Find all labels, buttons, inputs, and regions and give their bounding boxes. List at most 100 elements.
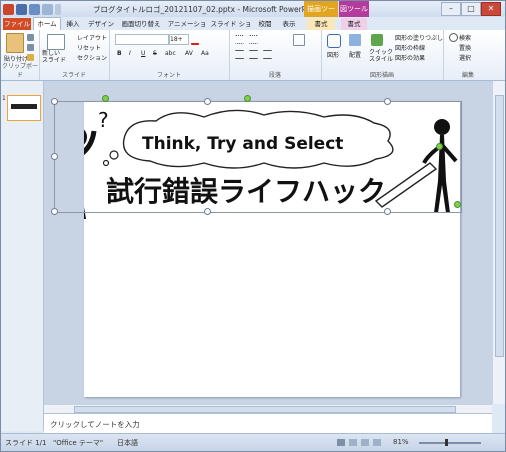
zoom-thumb[interactable] [445,439,448,446]
resize-handle[interactable] [384,208,391,215]
font-size-combo[interactable]: 18+ [169,34,189,45]
text-direction-icon[interactable] [293,34,305,46]
font-name-combo[interactable] [115,34,169,45]
resize-handle[interactable] [204,208,211,215]
thumbnail-preview [11,104,37,109]
font-color-icon[interactable] [191,34,199,45]
redo-icon[interactable] [42,3,53,15]
drawing-group-label: 図形描画 [369,72,394,79]
notes-placeholder[interactable]: クリックしてノートを入力 [50,419,140,430]
bullets-icon[interactable] [235,35,244,44]
hscroll-thumb[interactable] [74,406,456,413]
align-right-icon[interactable] [263,50,272,59]
tab-format-picture[interactable]: 書式 [341,18,367,30]
paragraph-group-label: 段落 [268,72,281,79]
align-center-icon[interactable] [249,50,258,59]
shadow-button[interactable]: abc [165,50,176,57]
resize-handle[interactable] [384,98,391,105]
find-button[interactable]: 検索 [459,33,471,42]
layout-button[interactable]: レイアウト [77,33,107,42]
align-left-icon[interactable] [235,50,244,59]
zoom-slider[interactable] [419,442,481,444]
scroll-thumb[interactable] [495,95,504,357]
group-paragraph: 段落 [229,30,322,80]
bold-button[interactable]: B [117,50,122,57]
rotation-handle[interactable] [454,201,461,208]
reset-button[interactable]: リセット [77,43,101,52]
view-reading-icon[interactable] [361,439,369,446]
tab-home[interactable]: ホーム [33,17,61,30]
tab-review[interactable]: 校閲 [255,18,275,30]
rotation-handle[interactable] [244,95,251,102]
vertical-scrollbar[interactable] [492,81,505,404]
view-slideshow-icon[interactable] [373,439,381,446]
group-drawing: 図形 配置 クイック スタイル 図形の塗りつぶし 図形の枠線 図形の効果 図形描… [321,30,444,80]
close-button[interactable]: ✕ [481,2,501,16]
language-indicator[interactable]: 日本語 [117,438,138,448]
horizontal-scrollbar[interactable] [44,404,492,413]
zoom-level[interactable]: 81% [393,438,409,446]
shape-effects-button[interactable]: 図形の効果 [395,53,425,62]
powerpoint-window: ブログタイトルロゴ_20121107_02.pptx - Microsoft P… [0,0,506,452]
rotation-handle[interactable] [102,95,109,102]
slide-thumbnail[interactable] [7,95,41,121]
format-painter-icon[interactable] [27,54,34,61]
tab-transitions[interactable]: 画面切り替え [119,18,163,30]
maximize-button[interactable]: □ [461,2,481,16]
undo-icon[interactable] [29,3,40,15]
slide-canvas[interactable]: ? Think, Try and Select 試行錯誤ライフハック [51,95,462,397]
view-normal-icon[interactable] [337,439,345,446]
resize-handle[interactable] [51,153,58,160]
find-icon [449,33,458,42]
ribbon-tabs: ファイル ホーム 挿入 デザイン 画面切り替え アニメーション スライド ショー… [1,17,505,40]
editing-group-label: 編集 [461,72,474,79]
new-slide-button[interactable]: 新しい スライド [42,50,66,64]
thumbnail-number: 1 [2,95,6,102]
tab-slideshow[interactable]: スライド ショー [209,18,253,40]
minimize-button[interactable]: – [441,2,461,16]
save-icon[interactable] [16,3,27,15]
tab-format-drawing[interactable]: 書式 [307,18,335,30]
view-sorter-icon[interactable] [349,439,357,446]
title-bar: ブログタイトルロゴ_20121107_02.pptx - Microsoft P… [1,1,505,29]
select-button[interactable]: 選択 [459,53,471,62]
arrange-icon[interactable] [349,34,361,46]
resize-handle[interactable] [204,98,211,105]
resize-handle[interactable] [51,98,58,105]
new-slide-icon[interactable] [47,34,65,50]
quick-styles-icon[interactable] [371,34,383,46]
replace-button[interactable]: 置換 [459,43,471,52]
tab-view[interactable]: 表示 [279,18,299,30]
tab-file[interactable]: ファイル [3,18,31,30]
rotation-handle[interactable] [436,143,443,150]
customize-qat-icon[interactable] [55,3,61,15]
italic-button[interactable]: I [129,50,131,57]
font-group-label: フォント [156,72,181,79]
numbering-icon[interactable] [249,35,258,44]
resize-handle[interactable] [51,208,58,215]
quick-styles-button[interactable]: クイック スタイル [369,49,393,63]
drawing-tools-context: 描画ツール [304,1,338,29]
powerpoint-logo-icon[interactable] [3,3,14,15]
notes-pane[interactable]: クリックしてノートを入力 [44,413,492,434]
tab-insert[interactable]: 挿入 [63,18,83,30]
shape-outline-button[interactable]: 図形の枠線 [395,43,425,52]
arrange-button[interactable]: 配置 [349,50,361,59]
copy-icon[interactable] [27,44,34,51]
shape-fill-button[interactable]: 図形の塗りつぶし [395,33,443,42]
status-bar: スライド 1/1 "Office テーマ" 日本語 81% [1,433,505,451]
change-case-button[interactable]: Aa [201,50,209,57]
ribbon: 貼り付け クリップボード 新しい スライド レイアウト リセット セクション ス… [1,30,505,81]
paste-icon[interactable] [6,33,24,53]
cut-icon[interactable] [27,34,34,41]
tab-animations[interactable]: アニメーション [167,18,207,40]
underline-button[interactable]: U [141,50,145,57]
section-button[interactable]: セクション [77,53,107,62]
slides-group-label: スライド [61,72,86,79]
tab-design[interactable]: デザイン [87,18,115,30]
clipboard-group-label: クリップボード [1,63,38,79]
shapes-button[interactable]: 図形 [327,50,339,59]
spacing-button[interactable]: AV [185,50,193,57]
shapes-icon[interactable] [327,34,341,48]
strikethrough-button[interactable]: S [153,50,157,57]
